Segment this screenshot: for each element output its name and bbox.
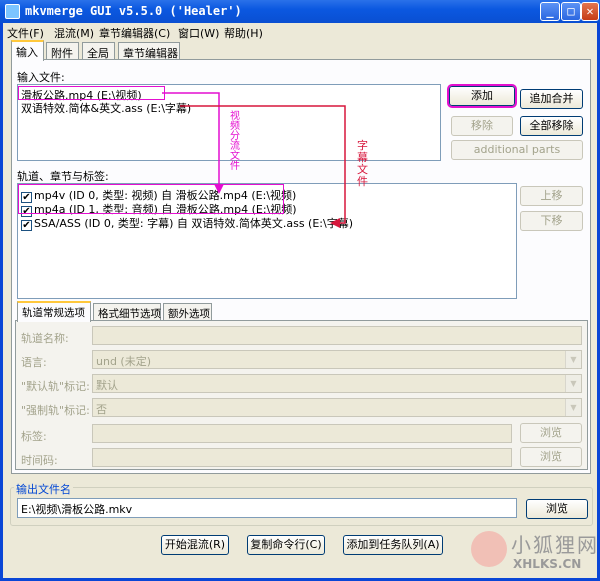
append-button[interactable]: 追加合并 <box>520 89 583 109</box>
file-highlight-box <box>18 86 165 100</box>
forced-track-label: "强制轨"标记: <box>21 404 90 417</box>
tab-general-options[interactable]: 轨道常规选项 <box>17 301 91 322</box>
add-to-queue-button[interactable]: 添加到任务队列(A) <box>343 535 443 555</box>
app-window: mkvmerge GUI v5.5.0 ('Healer') _ □ ✕ 文件(… <box>0 0 600 581</box>
tags-label: 标签: <box>21 430 47 443</box>
language-label: 语言: <box>21 356 47 369</box>
default-track-value: 默认 <box>96 379 118 392</box>
add-button[interactable]: 添加 <box>447 84 517 108</box>
tab-chapter-editor[interactable]: 章节编辑器 <box>118 42 180 60</box>
chevron-down-icon[interactable]: ▼ <box>565 399 581 416</box>
title-bar[interactable]: mkvmerge GUI v5.5.0 ('Healer') _ □ ✕ <box>0 0 600 23</box>
tab-input[interactable]: 输入 <box>11 40 44 61</box>
watermark-cn: 小狐狸网 <box>511 533 599 557</box>
remove-all-button[interactable]: 全部移除 <box>520 116 583 136</box>
window-title: mkvmerge GUI v5.5.0 ('Healer') <box>25 4 242 18</box>
menu-file[interactable]: 文件(F) <box>7 25 44 41</box>
output-group-title: 输出文件名 <box>14 481 73 497</box>
output-filename-input[interactable]: E:\视频\滑板公路.mkv <box>17 498 517 518</box>
tags-browse-button[interactable]: 浏览 <box>520 423 582 443</box>
fox-logo-icon <box>471 531 507 567</box>
track-label: SSA/ASS (ID 0, 类型: 字幕) 自 双语特效.简体英文.ass (… <box>34 217 354 230</box>
forced-track-value: 否 <box>96 403 107 416</box>
additional-parts-button[interactable]: additional parts <box>451 140 583 160</box>
annotation-char: 件 <box>230 161 240 172</box>
copy-command-button[interactable]: 复制命令行(C) <box>247 535 325 555</box>
close-button[interactable]: ✕ <box>581 2 599 21</box>
track-item[interactable]: ✔ SSA/ASS (ID 0, 类型: 字幕) 自 双语特效.简体英文.ass … <box>21 215 353 231</box>
menu-window[interactable]: 窗口(W) <box>178 25 219 41</box>
input-file-item[interactable]: 双语特效.简体&英文.ass (E:\字幕) <box>21 100 191 116</box>
language-select[interactable]: und (未定) ▼ <box>92 350 582 369</box>
chevron-down-icon[interactable]: ▼ <box>565 375 581 392</box>
menu-bar: 文件(F) 混流(M) 章节编辑器(C) 窗口(W) 帮助(H) <box>3 23 597 41</box>
default-track-select[interactable]: 默认 ▼ <box>92 374 582 393</box>
menu-chapter-editor[interactable]: 章节编辑器(C) <box>99 25 170 41</box>
tab-global[interactable]: 全局 <box>82 42 115 60</box>
timecodes-field[interactable] <box>92 448 512 467</box>
tab-attachments[interactable]: 附件 <box>46 42 79 60</box>
tab-extra-options[interactable]: 额外选项 <box>163 303 212 321</box>
move-up-button[interactable]: 上移 <box>520 186 583 206</box>
tracks-label: 轨道、章节与标签: <box>17 170 109 183</box>
watermark: 小狐狸网 XHLKS.CN <box>469 527 599 579</box>
start-mux-button[interactable]: 开始混流(R) <box>161 535 229 555</box>
forced-track-select[interactable]: 否 ▼ <box>92 398 582 417</box>
output-browse-button[interactable]: 浏览 <box>526 499 588 519</box>
track-checkbox[interactable]: ✔ <box>21 220 32 231</box>
timecodes-browse-button[interactable]: 浏览 <box>520 447 582 467</box>
maximize-button[interactable]: □ <box>561 2 581 21</box>
remove-button[interactable]: 移除 <box>451 116 513 136</box>
app-icon <box>5 4 20 19</box>
track-name-field[interactable] <box>92 326 582 345</box>
menu-help[interactable]: 帮助(H) <box>224 25 263 41</box>
tab-format-options[interactable]: 格式细节选项 <box>93 303 161 321</box>
tags-field[interactable] <box>92 424 512 443</box>
track-name-label: 轨道名称: <box>21 332 69 345</box>
input-files-label: 输入文件: <box>17 71 65 84</box>
watermark-en: XHLKS.CN <box>513 557 582 571</box>
language-value: und (未定) <box>96 355 152 368</box>
subtitle-file-annotation: 字 幕 文 件 <box>357 140 368 188</box>
default-track-label: "默认轨"标记: <box>21 380 90 393</box>
menu-mux[interactable]: 混流(M) <box>54 25 94 41</box>
video-split-annotation: 视 频 分 流 文 件 <box>230 112 240 172</box>
minimize-button[interactable]: _ <box>540 2 560 21</box>
chevron-down-icon[interactable]: ▼ <box>565 351 581 368</box>
annotation-char: 件 <box>357 175 368 188</box>
move-down-button[interactable]: 下移 <box>520 211 583 231</box>
timecodes-label: 时间码: <box>21 454 58 467</box>
track-highlight-box <box>18 184 284 214</box>
